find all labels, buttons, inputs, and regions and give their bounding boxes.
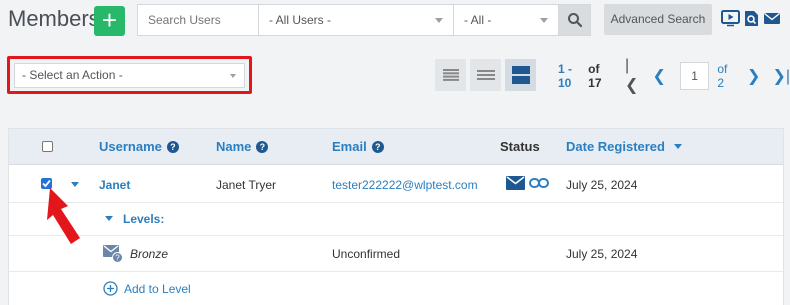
view-compact-button[interactable]	[470, 59, 501, 91]
advanced-search-button[interactable]: Advanced Search	[604, 4, 712, 35]
table-row: Janet Janet Tryer tester222222@wlptest.c…	[9, 165, 783, 203]
search-bar: - All Users - - All -	[137, 4, 591, 36]
username-link[interactable]: Janet	[99, 178, 130, 192]
view-list-button[interactable]	[435, 59, 466, 91]
status-column-header: Status	[500, 139, 540, 154]
bulk-action-select[interactable]: - Select an Action -	[14, 63, 245, 88]
date-column-header[interactable]: Date Registered	[566, 139, 682, 154]
add-to-level-label: Add to Level	[124, 281, 191, 296]
username-column-header[interactable]: Username ?	[99, 139, 179, 154]
email-column-header[interactable]: Email ?	[332, 139, 384, 154]
level-email-icon: ?	[103, 245, 123, 263]
search-doc-icon[interactable]	[743, 10, 760, 27]
help-icon[interactable]: ?	[371, 140, 384, 153]
action-highlight: - Select an Action -	[7, 56, 252, 94]
users-filter-select[interactable]: - All Users -	[259, 5, 454, 35]
page-total-items: of 17	[588, 62, 602, 90]
chevron-down-icon	[540, 18, 548, 23]
date-registered: July 25, 2024	[566, 178, 638, 192]
member-email-link[interactable]: tester222222@wlptest.com	[332, 178, 478, 192]
level-row: ? Bronze Unconfirmed July 25, 2024	[9, 236, 783, 272]
expand-levels-icon[interactable]	[105, 216, 113, 221]
date-header-label: Date Registered	[566, 139, 665, 154]
users-filter-value: - All Users -	[269, 13, 332, 27]
page-title: Members	[8, 6, 100, 31]
list-view-icon	[442, 69, 459, 81]
total-pages: of 2	[717, 62, 728, 90]
add-to-level-link[interactable]: Add to Level	[103, 281, 191, 296]
next-page-icon[interactable]: ❯	[747, 66, 760, 86]
first-page-icon[interactable]: |❮	[625, 57, 641, 95]
levels-section-row: Levels:	[9, 203, 783, 236]
plus-circle-icon	[103, 281, 118, 296]
level-date: July 25, 2024	[566, 247, 638, 261]
member-name: Janet Tryer	[216, 178, 277, 192]
last-page-icon[interactable]: ❯|	[772, 66, 790, 86]
compact-view-icon	[476, 70, 495, 80]
top-icon-group	[721, 10, 781, 27]
page-number-input[interactable]: 1	[679, 62, 710, 90]
table-header: Username ? Name ? Email ? Status Date Re…	[9, 129, 783, 165]
username-header-label: Username	[99, 139, 162, 154]
expanded-view-icon	[511, 66, 530, 84]
email-icon[interactable]	[763, 10, 781, 27]
level-name: Bronze	[130, 247, 169, 261]
chevron-down-icon	[230, 74, 236, 78]
svg-text:?: ?	[115, 254, 120, 263]
bulk-action-value: - Select an Action -	[22, 68, 123, 82]
sort-desc-icon	[673, 144, 682, 149]
view-expanded-button[interactable]	[505, 59, 536, 91]
video-icon[interactable]	[721, 10, 740, 27]
search-input[interactable]	[138, 5, 259, 35]
level-status: Unconfirmed	[332, 247, 401, 261]
email-icon[interactable]	[506, 176, 525, 190]
select-all-checkbox[interactable]	[42, 141, 53, 152]
search-icon	[567, 13, 582, 28]
members-table: Username ? Name ? Email ? Status Date Re…	[8, 128, 784, 305]
name-column-header[interactable]: Name ?	[216, 139, 269, 154]
status-header-label: Status	[500, 139, 540, 154]
pagination: 1 - 10 of 17 |❮ ❮ 1 of 2 ❯ ❯|	[558, 57, 790, 94]
help-icon[interactable]: ?	[166, 140, 179, 153]
help-icon[interactable]: ?	[256, 140, 269, 153]
status-filter-select[interactable]: - All -	[454, 5, 559, 35]
add-member-button[interactable]: +	[94, 6, 125, 36]
email-header-label: Email	[332, 139, 367, 154]
plus-icon: +	[101, 5, 118, 35]
annotation-arrow-icon	[47, 188, 80, 244]
add-level-row: Add to Level	[9, 272, 783, 305]
name-header-label: Name	[216, 139, 252, 154]
page-range: 1 - 10	[558, 62, 573, 90]
chevron-down-icon	[435, 18, 443, 23]
search-button[interactable]	[559, 5, 590, 35]
link-icon[interactable]	[529, 176, 549, 190]
prev-page-icon[interactable]: ❮	[653, 66, 666, 86]
status-filter-value: - All -	[464, 13, 492, 27]
levels-label: Levels:	[123, 212, 165, 226]
